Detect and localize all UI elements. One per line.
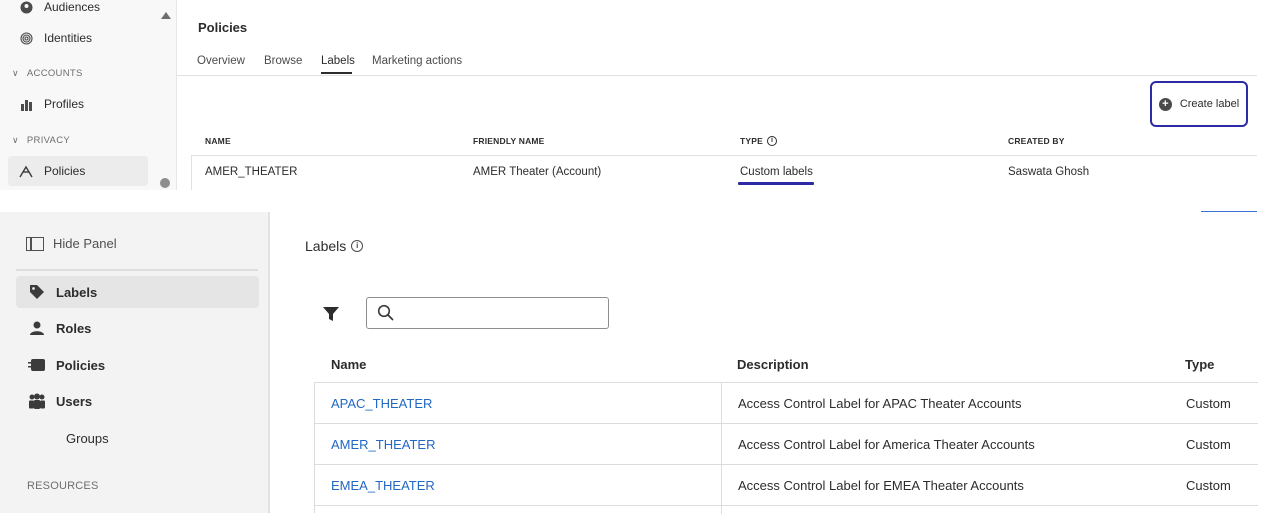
tab-overview[interactable]: Overview xyxy=(197,55,245,67)
sidebar-item-label: Roles xyxy=(56,320,92,336)
sidebar-item-policies[interactable]: Policies xyxy=(8,156,148,186)
label-name-link[interactable]: AMER_THEATER xyxy=(331,437,436,452)
top-policies-screenshot: Audiences Identities ∨ ACCOUNTS Profiles… xyxy=(0,0,1264,190)
table-row[interactable]: EMEA_THEATER Access Control Label for EM… xyxy=(315,464,1258,506)
label-description: Access Control Label for APAC Theater Ac… xyxy=(738,396,1022,411)
active-tab-indicator xyxy=(321,72,352,74)
table-row[interactable]: APAC_THEATER Access Control Label for AP… xyxy=(315,382,1258,424)
scrollbar-thumb[interactable] xyxy=(160,178,170,188)
sidebar-item-label: Identities xyxy=(44,31,93,45)
right-edge xyxy=(1257,0,1264,190)
permissions-sidebar: Hide Panel Labels Roles Policies Users G… xyxy=(0,212,270,513)
user-icon xyxy=(28,320,46,336)
tab-browse[interactable]: Browse xyxy=(264,55,302,67)
panel-icon xyxy=(26,236,44,251)
info-icon[interactable]: i xyxy=(351,240,364,252)
column-divider xyxy=(721,383,722,424)
label-description: Access Control Label for America Theater… xyxy=(738,437,1035,452)
add-circle-icon: + xyxy=(1158,97,1172,111)
sidebar-item-label: Audiences xyxy=(44,0,101,14)
cell-type: Custom labels xyxy=(740,166,813,178)
profiles-icon xyxy=(18,96,34,112)
info-icon[interactable]: i xyxy=(767,136,778,146)
sidebar-item-profiles[interactable]: Profiles xyxy=(8,89,148,119)
page-title: Labels i xyxy=(305,238,364,254)
tab-marketing-actions[interactable]: Marketing actions xyxy=(372,55,462,67)
scroll-up-arrow-icon[interactable] xyxy=(161,12,171,19)
table-row[interactable]: AMER_THEATER Access Control Label for Am… xyxy=(315,423,1258,465)
column-header-type[interactable]: TYPE i xyxy=(740,136,778,146)
column-header-created-by[interactable]: CREATED BY xyxy=(1008,136,1065,146)
sidebar-item-groups[interactable]: Groups xyxy=(66,431,109,446)
search-icon xyxy=(377,304,394,321)
label-type: Custom xyxy=(1186,478,1231,493)
sidebar-item-audiences[interactable]: Audiences xyxy=(8,0,148,22)
section-label: PRIVACY xyxy=(26,135,70,146)
label-type: Custom xyxy=(1186,437,1231,452)
sidebar-item-label: Labels xyxy=(56,284,98,300)
column-header-name[interactable]: Name xyxy=(331,357,366,372)
page-title: Policies xyxy=(198,20,248,35)
label-name-link[interactable]: EMEA_THEATER xyxy=(331,478,435,493)
table-row-partial xyxy=(315,505,1258,514)
users-icon xyxy=(28,393,46,409)
hide-panel-button[interactable]: Hide Panel xyxy=(26,236,117,251)
column-divider xyxy=(721,424,722,465)
filter-icon[interactable] xyxy=(323,306,339,322)
create-label-button[interactable]: + Create label xyxy=(1150,81,1248,127)
tag-icon xyxy=(28,284,46,300)
column-header-type[interactable]: Type xyxy=(1185,357,1214,372)
section-privacy[interactable]: ∨ PRIVACY xyxy=(12,135,70,146)
chevron-down-icon: ∨ xyxy=(12,135,19,145)
highlight-underline xyxy=(738,182,814,185)
section-accounts[interactable]: ∨ ACCOUNTS xyxy=(12,68,83,79)
bottom-labels-screenshot: Hide Panel Labels Roles Policies Users G… xyxy=(0,212,1264,514)
column-header-friendly-name[interactable]: FRIENDLY NAME xyxy=(473,136,545,146)
sidebar-item-label: Policies xyxy=(44,164,86,178)
sidebar-item-label: Policies xyxy=(56,357,106,373)
sidebar-divider xyxy=(16,269,258,271)
labels-table: APAC_THEATER Access Control Label for AP… xyxy=(314,382,1258,514)
cell-created-by: Saswata Ghosh xyxy=(1008,166,1090,178)
chevron-down-icon: ∨ xyxy=(12,68,19,78)
search-input[interactable] xyxy=(403,302,603,324)
tab-labels[interactable]: Labels xyxy=(321,55,355,67)
fingerprint-icon xyxy=(18,30,34,46)
cell-name: AMER_THEATER xyxy=(205,166,298,178)
section-label: ACCOUNTS xyxy=(26,68,83,79)
hide-panel-label: Hide Panel xyxy=(53,236,117,251)
label-type: Custom xyxy=(1186,396,1231,411)
policies-icon xyxy=(18,163,34,179)
create-label-text: Create label xyxy=(1179,98,1240,110)
column-header-name[interactable]: NAME xyxy=(205,136,231,146)
search-field[interactable] xyxy=(366,297,609,329)
cell-friendly-name: AMER Theater (Account) xyxy=(473,166,602,178)
sidebar-item-identities[interactable]: Identities xyxy=(8,23,148,53)
label-description: Access Control Label for EMEA Theater Ac… xyxy=(738,478,1024,493)
audiences-icon xyxy=(18,0,34,15)
sidebar-item-policies[interactable]: Policies xyxy=(16,349,259,381)
policies-main-panel: Policies Overview Browse Labels Marketin… xyxy=(176,0,1258,190)
column-divider xyxy=(721,465,722,506)
left-nav-sidebar: Audiences Identities ∨ ACCOUNTS Profiles… xyxy=(0,0,176,190)
column-header-type-label: TYPE xyxy=(740,136,764,146)
page-title-text: Labels xyxy=(305,238,347,254)
column-header-description[interactable]: Description xyxy=(737,357,809,372)
sidebar-item-label: Profiles xyxy=(44,97,85,111)
table-row[interactable] xyxy=(191,155,1258,190)
sidebar-item-users[interactable]: Users xyxy=(16,385,259,417)
sidebar-item-roles[interactable]: Roles xyxy=(16,312,259,344)
sidebar-item-label: Users xyxy=(56,393,93,409)
sidebar-item-labels[interactable]: Labels xyxy=(16,276,259,308)
resources-section-label: RESOURCES xyxy=(27,480,99,492)
policies-icon xyxy=(28,358,46,372)
tabs-divider xyxy=(177,75,1258,76)
label-name-link[interactable]: APAC_THEATER xyxy=(331,396,432,411)
